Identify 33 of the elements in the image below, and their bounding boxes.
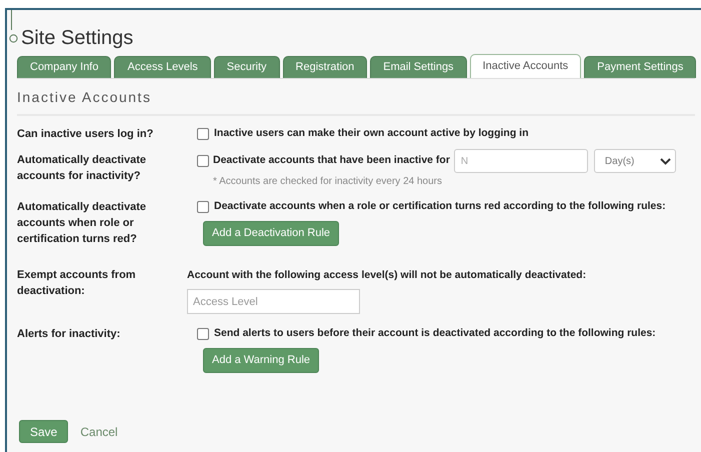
add-rule-button[interactable]: Add a Deactivation Rule — [203, 221, 340, 246]
add-rule-button[interactable]: Add a Warning Rule — [203, 348, 320, 373]
instruction-text: Account with the following access level(s) will not be automatically deactivated: — [187, 268, 586, 283]
option-label: Send alerts to users before their account is deactivated according to the following rules: — [214, 326, 656, 342]
number-field[interactable]: N — [454, 149, 588, 173]
tab[interactable]: Email Settings — [370, 56, 467, 78]
setting-label: Exempt accounts from deactivation: — [17, 268, 137, 299]
tab[interactable]: Inactive Accounts — [470, 54, 582, 78]
setting-label: Can inactive users log in? — [17, 127, 154, 142]
tab[interactable]: Registration — [282, 56, 368, 78]
setting-label: Automatically deactivate accounts when role or certification turns red? — [17, 200, 147, 247]
access-level-field[interactable]: Access Level — [187, 289, 360, 314]
section-heading: Inactive Accounts — [17, 79, 695, 116]
option-label: Inactive users can make their own account active by logging in — [214, 126, 529, 142]
page-title: Site Settings — [21, 26, 134, 50]
checkbox[interactable] — [197, 155, 209, 167]
tab[interactable]: Payment Settings — [584, 56, 696, 78]
setting-label: Automatically deactivate accounts for inactivity? — [17, 153, 147, 184]
help-note: * Accounts are checked for inactivity every 24 hours — [212, 175, 444, 189]
setting-label: Alerts for inactivity: — [17, 327, 122, 342]
chevron-down-icon — [660, 158, 671, 164]
checkbox[interactable] — [197, 328, 209, 340]
tab[interactable]: Company Info — [17, 56, 112, 78]
tab[interactable]: Security — [214, 56, 280, 78]
unit-dropdown[interactable]: Day(s) — [594, 149, 676, 173]
cancel-link[interactable]: Cancel — [80, 422, 118, 440]
checkbox[interactable] — [197, 201, 209, 213]
save-button[interactable]: Save — [19, 420, 68, 443]
option-label: Deactivate accounts when a role or certification turns red according to the following rules: — [214, 199, 666, 214]
option-label: Deactivate accounts that have been inactive for — [213, 153, 450, 168]
tab[interactable]: Access Levels — [114, 56, 211, 78]
circle-icon — [9, 34, 18, 42]
checkbox[interactable] — [197, 128, 209, 140]
